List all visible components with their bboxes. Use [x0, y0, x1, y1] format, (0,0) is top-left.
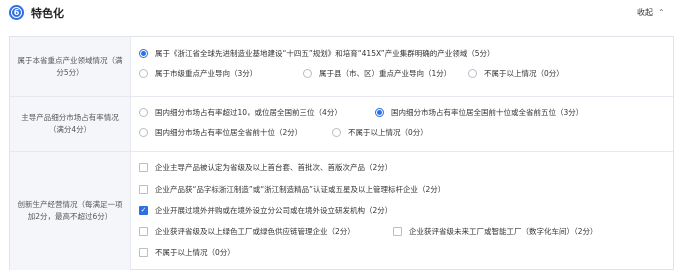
radio-button[interactable]	[332, 128, 341, 137]
radio-option[interactable]: 属于《浙江省全球先进制造业基地建设“十四五”规划》和培育“415X”产业集群明确…	[139, 48, 494, 59]
option-label: 属于县（市、区）重点产业导向（1分）	[319, 69, 452, 78]
radio-option[interactable]: 属于市级重点产业导向（3分）	[139, 68, 257, 79]
section-number-badge: 6	[9, 5, 24, 20]
option-label: 企业开展过境外并购或在境外设立分公司或在境外设立研发机构（2分）	[155, 206, 393, 215]
chevron-up-icon: ⌃	[658, 8, 665, 17]
radio-option[interactable]: 国内细分市场占有率超过10，或位居全国前三位（4分）	[139, 107, 342, 118]
option-label: 不属于以上情况（0分）	[155, 248, 235, 257]
checkbox[interactable]	[139, 227, 148, 236]
radio-option[interactable]: 不属于以上情况（0分）	[332, 127, 428, 138]
row-label: 创新生产经营情况（每满足一项加2分，最高不超过6分）	[10, 152, 131, 270]
radio-button[interactable]	[139, 69, 148, 78]
checkbox-option[interactable]: 不属于以上情况（0分）	[139, 247, 235, 258]
checkbox-option[interactable]: ✓ 企业开展过境外并购或在境外设立分公司或在境外设立研发机构（2分）	[139, 205, 392, 216]
checkbox[interactable]	[139, 248, 148, 257]
radio-button-selected[interactable]	[375, 108, 384, 117]
option-label: 企业获评省级及以上绿色工厂或绿色供应链管理企业（2分）	[155, 227, 355, 236]
section-title: 特色化	[31, 7, 64, 20]
option-label: 国内细分市场占有率位居全国前十位或全省前五位（3分）	[391, 108, 584, 117]
row-label: 属于本省重点产业领域情况（满分5分）	[10, 37, 131, 96]
row-industry-field: 属于本省重点产业领域情况（满分5分） 属于《浙江省全球先进制造业基地建设“十四五…	[10, 37, 673, 97]
feature-form: 属于本省重点产业领域情况（满分5分） 属于《浙江省全球先进制造业基地建设“十四五…	[9, 36, 674, 270]
section-header: 6 特色化 收起 ⌃	[0, 0, 680, 26]
collapse-button[interactable]: 收起 ⌃	[637, 7, 665, 18]
checkbox[interactable]	[139, 185, 148, 194]
checkbox-checked[interactable]: ✓	[139, 206, 148, 215]
row-innovation: 创新生产经营情况（每满足一项加2分，最高不超过6分） 企业主导产品被认定为省级及…	[10, 152, 673, 270]
section-number: 6	[11, 7, 22, 18]
radio-button[interactable]	[139, 108, 148, 117]
option-label: 企业主导产品被认定为省级及以上首台套、首批次、首版次产品（2分）	[155, 163, 393, 172]
checkbox[interactable]	[393, 227, 402, 236]
option-label: 属于市级重点产业导向（3分）	[155, 69, 258, 78]
radio-button[interactable]	[139, 128, 148, 137]
checkbox[interactable]	[139, 163, 148, 172]
radio-option[interactable]: 国内细分市场占有率位居全省前十位（2分）	[139, 127, 302, 138]
option-label: 国内细分市场占有率超过10，或位居全国前三位（4分）	[155, 108, 342, 117]
checkbox-option[interactable]: 企业获评省级及以上绿色工厂或绿色供应链管理企业（2分）	[139, 226, 355, 237]
radio-button[interactable]	[468, 69, 477, 78]
checkbox-option[interactable]: 企业获评省级未来工厂或智能工厂（数字化车间）（2分）	[393, 226, 598, 237]
option-label: 国内细分市场占有率位居全省前十位（2分）	[155, 128, 303, 137]
option-label: 企业获评省级未来工厂或智能工厂（数字化车间）（2分）	[409, 227, 598, 236]
checkbox-option[interactable]: 企业产品获“品字标浙江制造”或“浙江制造精品”认证或五星及以上管理标杆企业（2分…	[139, 184, 445, 195]
row-label: 主导产品细分市场占有率情况（满分4分）	[10, 97, 131, 151]
option-label: 不属于以上情况（0分）	[348, 128, 428, 137]
option-label: 不属于以上情况（0分）	[484, 69, 564, 78]
radio-option[interactable]: 属于县（市、区）重点产业导向（1分）	[303, 68, 451, 79]
checkbox-option[interactable]: 企业主导产品被认定为省级及以上首台套、首批次、首版次产品（2分）	[139, 162, 392, 173]
radio-button-selected[interactable]	[139, 49, 148, 58]
collapse-label: 收起	[637, 8, 653, 17]
radio-option[interactable]: 国内细分市场占有率位居全国前十位或全省前五位（3分）	[375, 107, 583, 118]
row-market-share: 主导产品细分市场占有率情况（满分4分） 国内细分市场占有率超过10，或位居全国前…	[10, 97, 673, 152]
radio-button[interactable]	[303, 69, 312, 78]
option-label: 企业产品获“品字标浙江制造”或“浙江制造精品”认证或五星及以上管理标杆企业（2分…	[155, 185, 446, 194]
checkmark-icon: ✓	[140, 206, 147, 214]
radio-option[interactable]: 不属于以上情况（0分）	[468, 68, 564, 79]
option-label: 属于《浙江省全球先进制造业基地建设“十四五”规划》和培育“415X”产业集群明确…	[155, 49, 495, 58]
